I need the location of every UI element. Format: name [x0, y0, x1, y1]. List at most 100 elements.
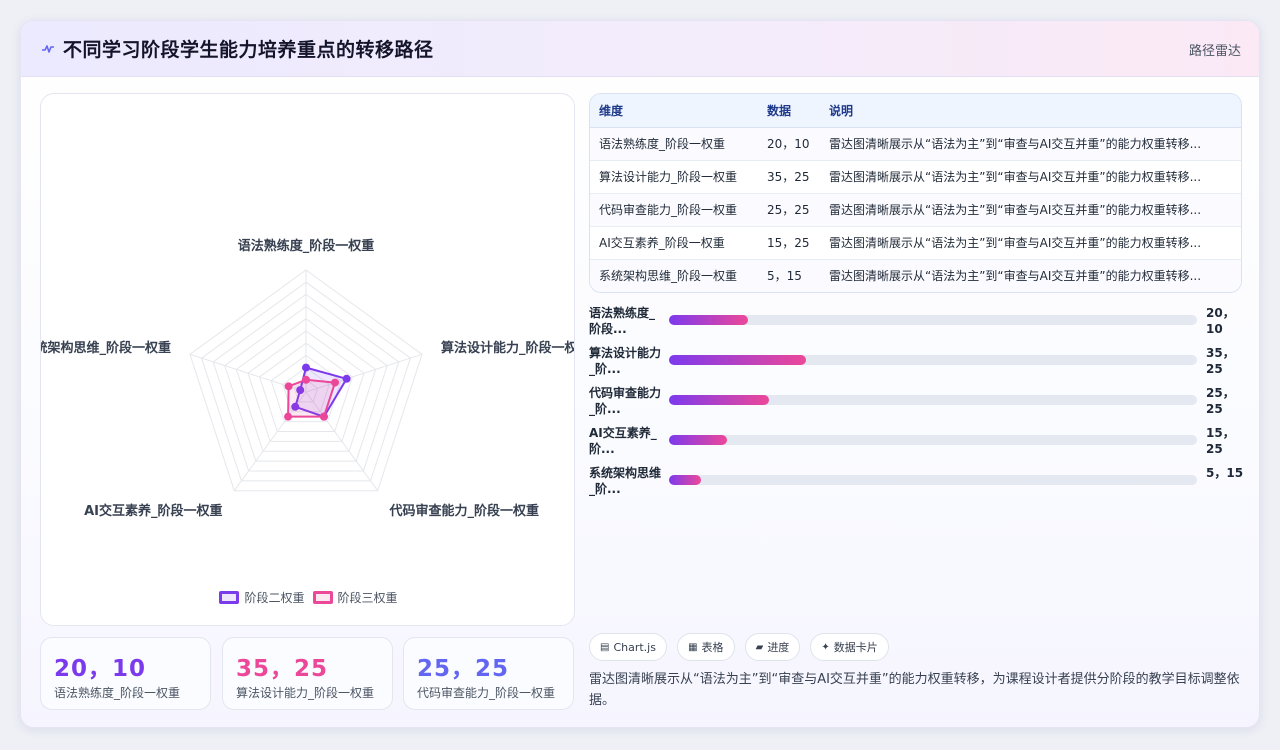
progress-label: AI交互素养_阶... — [589, 426, 657, 456]
progress-row: 系统架构思维_阶... 5，15 — [589, 465, 1249, 505]
table-row: 系统架构思维_阶段一权重 5，15 雷达图清晰展示从“语法为主”到“审查与AI交… — [590, 259, 1241, 292]
table-row: 语法熟练度_阶段一权重 20，10 雷达图清晰展示从“语法为主”到“审查与AI交… — [590, 127, 1241, 160]
radar-axis-label: AI交互素养_阶段一权重 — [84, 503, 222, 519]
legend-swatch — [312, 591, 333, 604]
legend-swatch — [219, 591, 240, 604]
progress-list: 语法熟练度_阶段... 20，10 算法设计能力_阶... 35，25 代码审查… — [589, 305, 1249, 505]
progress-value: 25，25 — [1206, 386, 1235, 416]
progress-label: 语法熟练度_阶段... — [589, 306, 656, 336]
header-tag: 路径雷达 — [1188, 44, 1241, 59]
radar-data-point — [342, 374, 351, 383]
table-cell: 雷达图清晰展示从“语法为主”到“审查与AI交互并重”的能力权重转移... — [829, 203, 1202, 217]
data-table: 维度 数据 说明 语法熟练度_阶段一权重 20，10 雷达图清晰展示从“语法为主… — [590, 94, 1241, 292]
progress-value: 20，10 — [1206, 306, 1235, 336]
table-row: 代码审查能力_阶段一权重 25，25 雷达图清晰展示从“语法为主”到“审查与AI… — [590, 193, 1241, 226]
legend-label: 阶段二权重 — [244, 591, 305, 605]
table-cell: 雷达图清晰展示从“语法为主”到“审查与AI交互并重”的能力权重转移... — [829, 170, 1202, 184]
radar-axis-label: 代码审查能力_阶段一权重 — [388, 503, 539, 519]
main-card: 不同学习阶段学生能力培养重点的转移路径 路径雷达 语法熟练度_阶段一权重 算法设计… — [20, 20, 1260, 728]
radar-data-point — [284, 412, 293, 421]
chip-data-cards[interactable]: ✦ 数据卡片 — [810, 633, 889, 661]
page-title: 不同学习阶段学生能力培养重点的转移路径 — [63, 39, 434, 61]
progress-fill — [669, 355, 807, 365]
stat-card: 20，10 语法熟练度_阶段一权重 — [40, 637, 211, 710]
stat-value: 25，25 — [417, 656, 510, 682]
progress-label: 代码审查能力_阶... — [589, 386, 662, 416]
radar-data-point — [302, 375, 310, 384]
chip-label: Chart.js — [613, 640, 656, 654]
progress-value: 5，15 — [1206, 466, 1244, 480]
legend-item[interactable]: 阶段三权重 — [312, 589, 398, 606]
table-row: 算法设计能力_阶段一权重 35，25 雷达图清晰展示从“语法为主”到“审查与AI… — [590, 160, 1241, 193]
view-chips: ▤ Chart.js ▦ 表格 ▰ 进度 ✦ 数据卡片 — [589, 633, 894, 661]
progress-fill — [669, 315, 749, 325]
data-table-panel: 维度 数据 说明 语法熟练度_阶段一权重 20，10 雷达图清晰展示从“语法为主… — [589, 93, 1242, 293]
chip-label: 进度 — [767, 641, 790, 654]
chart-icon: ▤ — [600, 641, 610, 653]
chart-description: 雷达图清晰展示从“语法为主”到“审查与AI交互并重”的能力权重转移，为课程设计者… — [589, 672, 1240, 708]
table-cell: 语法熟练度_阶段一权重 — [599, 137, 726, 151]
column-header: 数据 — [758, 94, 820, 128]
stat-value: 20，10 — [54, 656, 147, 682]
table-cell: 雷达图清晰展示从“语法为主”到“审查与AI交互并重”的能力权重转移... — [829, 236, 1202, 250]
progress-fill — [669, 475, 701, 485]
progress-value: 15，25 — [1206, 426, 1235, 456]
chip-chartjs[interactable]: ▤ Chart.js — [589, 633, 667, 661]
table-header-row: 维度 数据 说明 — [590, 94, 1241, 128]
chart-legend: 阶段二权重 阶段三权重 — [41, 589, 574, 607]
table-cell: 20，10 — [767, 137, 810, 151]
chip-progress[interactable]: ▰ 进度 — [744, 633, 801, 661]
legend-label: 阶段三权重 — [337, 591, 398, 605]
radar-chart-panel: 语法熟练度_阶段一权重算法设计能力_阶段一权重代码审查能力_阶段一权重 AI交互素… — [40, 93, 575, 626]
progress-row: AI交互素养_阶... 15，25 — [589, 425, 1249, 465]
legend-item[interactable]: 阶段二权重 — [219, 589, 305, 606]
progress-track — [669, 475, 1197, 485]
progress-track — [669, 435, 1197, 445]
chip-label: 表格 — [701, 641, 724, 654]
table-cell: 系统架构思维_阶段一权重 — [599, 269, 738, 284]
radar-chart: 语法熟练度_阶段一权重算法设计能力_阶段一权重代码审查能力_阶段一权重 AI交互素… — [41, 238, 575, 519]
progress-track — [669, 395, 1197, 405]
progress-row: 语法熟练度_阶段... 20，10 — [589, 305, 1249, 345]
progress-track — [669, 315, 1197, 325]
column-header: 说明 — [820, 94, 1241, 128]
radar-data-point — [331, 378, 340, 387]
stat-card: 35，25 算法设计能力_阶段一权重 — [222, 637, 393, 710]
sparkle-icon: ✦ — [821, 641, 830, 653]
table-cell: 15，25 — [767, 236, 810, 250]
progress-row: 算法设计能力_阶... 35，25 — [589, 345, 1249, 385]
radar-data-point — [302, 363, 310, 372]
table-cell: AI交互素养_阶段一权重 — [599, 236, 725, 250]
radar-data-point — [284, 382, 293, 391]
header: 不同学习阶段学生能力培养重点的转移路径 路径雷达 — [21, 21, 1259, 77]
progress-fill — [669, 395, 770, 405]
progress-fill — [669, 435, 728, 445]
table-cell: 代码审查能力_阶段一权重 — [599, 203, 738, 217]
table-cell: 雷达图清晰展示从“语法为主”到“审查与AI交互并重”的能力权重转移... — [829, 137, 1202, 151]
table-cell: 5，15 — [767, 269, 802, 284]
stat-label: 语法熟练度_阶段一权重 — [54, 686, 181, 700]
radar-axis-label: 系统架构思维_阶段一权重 — [41, 340, 171, 356]
table-cell: 雷达图清晰展示从“语法为主”到“审查与AI交互并重”的能力权重转移... — [829, 269, 1202, 284]
chip-table[interactable]: ▦ 表格 — [677, 633, 735, 661]
radar-data-point — [319, 412, 328, 421]
radar-axis-label: 语法熟练度_阶段一权重 — [238, 238, 375, 254]
chip-label: 数据卡片 — [833, 641, 878, 654]
progress-label: 系统架构思维_阶... — [589, 466, 662, 496]
table-icon: ▦ — [688, 641, 698, 653]
progress-value: 35，25 — [1206, 346, 1235, 376]
column-header: 维度 — [590, 94, 758, 128]
progress-icon: ▰ — [755, 641, 764, 653]
progress-track — [669, 355, 1197, 365]
stat-label: 代码审查能力_阶段一权重 — [417, 686, 556, 700]
table-cell: 算法设计能力_阶段一权重 — [599, 170, 738, 184]
stat-label: 算法设计能力_阶段一权重 — [236, 686, 375, 700]
stat-value: 35，25 — [236, 656, 329, 682]
table-row: AI交互素养_阶段一权重 15，25 雷达图清晰展示从“语法为主”到“审查与AI… — [590, 226, 1241, 259]
pulse-icon — [42, 45, 54, 53]
table-cell: 35，25 — [767, 170, 810, 184]
radar-axis-label: 算法设计能力_阶段一权重 — [441, 340, 575, 356]
progress-row: 代码审查能力_阶... 25，25 — [589, 385, 1249, 425]
stat-card: 25，25 代码审查能力_阶段一权重 — [403, 637, 574, 710]
progress-label: 算法设计能力_阶... — [589, 346, 662, 376]
